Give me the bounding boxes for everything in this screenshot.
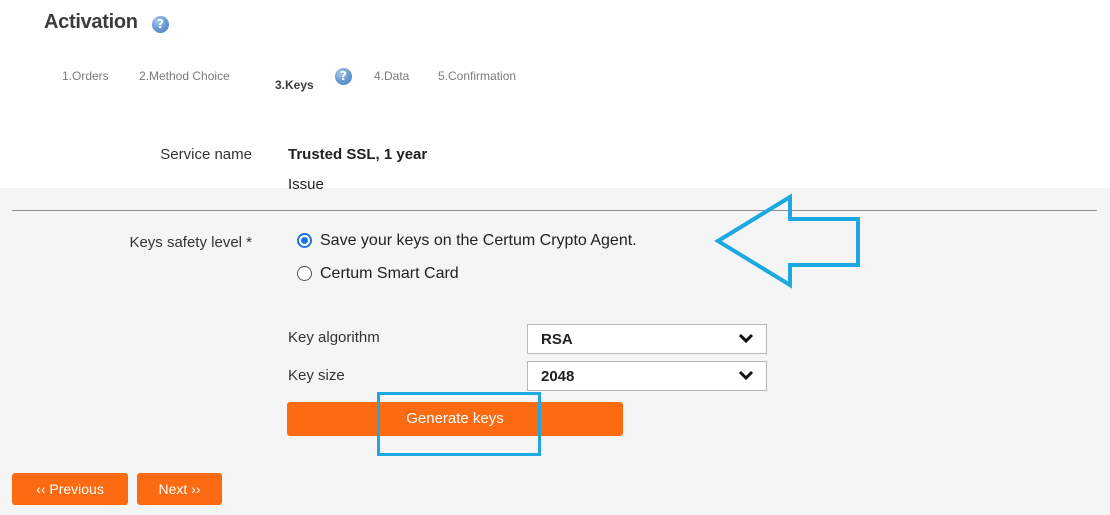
divider: [12, 210, 1097, 211]
step-data: 4.Data: [374, 69, 410, 83]
key-algorithm-label: Key algorithm: [288, 329, 380, 346]
service-name-label: Service name: [160, 146, 252, 163]
step-confirmation: 5.Confirmation: [438, 69, 517, 83]
smart-card-radio[interactable]: [297, 266, 312, 281]
step-keys-active: 3.Keys: [275, 78, 314, 92]
next-button[interactable]: Next ››: [137, 473, 222, 505]
step-orders: 1.Orders: [62, 69, 109, 83]
key-size-value: 2048: [541, 368, 575, 385]
smart-card-radio-label[interactable]: Certum Smart Card: [320, 265, 459, 283]
crypto-agent-radio[interactable]: [297, 233, 312, 248]
step-method-choice: 2.Method Choice: [139, 69, 230, 83]
step-help-icon[interactable]: ?: [335, 68, 352, 85]
service-type-value: Issue: [288, 176, 324, 193]
key-size-label: Key size: [288, 367, 345, 384]
key-size-select[interactable]: 2048: [527, 361, 767, 391]
keys-safety-level-label: Keys safety level *: [129, 234, 252, 251]
page-title: Activation: [44, 11, 138, 33]
crypto-agent-radio-label[interactable]: Save your keys on the Certum Crypto Agen…: [320, 232, 637, 250]
help-icon[interactable]: ?: [152, 16, 169, 33]
key-algorithm-value: RSA: [541, 331, 573, 348]
chevron-down-icon: [738, 333, 754, 344]
left-arrow-annotation-icon: [714, 193, 860, 289]
highlight-frame: [377, 392, 541, 456]
service-name-value: Trusted SSL, 1 year: [288, 146, 428, 163]
previous-button[interactable]: ‹‹ Previous: [12, 473, 128, 505]
chevron-down-icon: [738, 370, 754, 381]
key-algorithm-select[interactable]: RSA: [527, 324, 767, 354]
